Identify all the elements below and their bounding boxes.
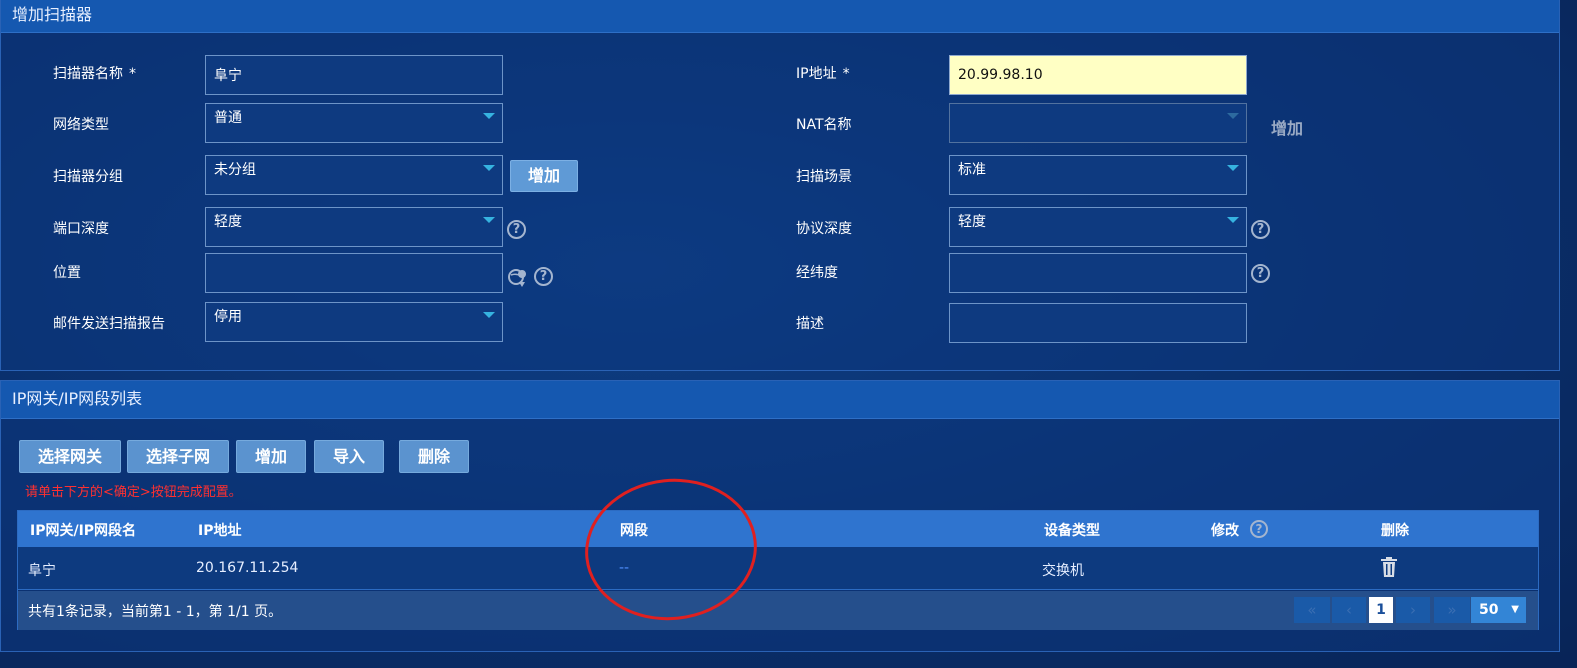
ip-table: IP网关/IP网段名 IP地址 网段 设备类型 修改 ? 删除 阜宁 20.16… <box>17 510 1539 630</box>
chevron-down-icon <box>483 217 495 223</box>
ip-address-input[interactable] <box>949 55 1247 95</box>
cell-ip: 20.167.11.254 <box>196 560 299 576</box>
col-delete: 删除 <box>1381 523 1409 539</box>
select-gateway-button[interactable]: 选择网关 <box>19 440 121 473</box>
edit-help-icon[interactable]: ? <box>1250 520 1268 538</box>
chevron-down-icon <box>1227 165 1239 171</box>
protocol-depth-label: 协议深度 <box>796 221 852 237</box>
network-type-select[interactable]: 普通 <box>205 103 503 143</box>
chevron-down-icon <box>483 312 495 318</box>
import-button[interactable]: 导入 <box>314 440 384 473</box>
scanner-name-label: 扫描器名称 * <box>53 66 136 82</box>
scan-scene-select[interactable]: 标准 <box>949 155 1247 195</box>
records-summary: 共有1条记录，当前第1 - 1，第 1/1 页。 <box>28 604 283 620</box>
ip-address-label: IP地址 * <box>796 66 850 82</box>
mail-report-label: 邮件发送扫描报告 <box>53 316 165 332</box>
latlng-input[interactable] <box>949 253 1247 293</box>
next-page-button[interactable]: › <box>1396 597 1430 623</box>
table-header: IP网关/IP网段名 IP地址 网段 设备类型 修改 ? 删除 <box>18 511 1538 547</box>
first-page-button[interactable]: « <box>1294 597 1330 623</box>
scan-scene-label: 扫描场景 <box>796 169 852 185</box>
trash-icon[interactable] <box>1381 557 1397 577</box>
col-edit: 修改 <box>1211 523 1239 539</box>
chevron-down-icon <box>1227 217 1239 223</box>
table-footer: 共有1条记录，当前第1 - 1，第 1/1 页。 « ‹ 1 › » 50 ▼ <box>18 591 1538 630</box>
nat-name-select[interactable] <box>949 103 1247 143</box>
chevron-down-icon <box>483 165 495 171</box>
add-button[interactable]: 增加 <box>236 440 306 473</box>
table-row[interactable]: 阜宁 20.167.11.254 -- 交换机 <box>18 547 1538 590</box>
chevron-down-icon <box>1227 113 1239 119</box>
cell-segment[interactable]: -- <box>619 560 629 576</box>
warning-message: 请单击下方的<确定>按钮完成配置。 <box>25 485 242 500</box>
latlng-label: 经纬度 <box>796 265 838 281</box>
add-group-button[interactable]: 增加 <box>510 160 578 192</box>
cell-device-type: 交换机 <box>1042 563 1084 579</box>
protocol-depth-select[interactable]: 轻度 <box>949 207 1247 247</box>
description-input[interactable] <box>949 303 1247 343</box>
chevron-down-icon: ▼ <box>1511 604 1519 615</box>
scanner-name-input[interactable] <box>205 55 503 95</box>
nat-name-label: NAT名称 <box>796 117 852 133</box>
col-device-type: 设备类型 <box>1044 523 1100 539</box>
col-ip: IP地址 <box>198 523 242 539</box>
port-depth-select[interactable]: 轻度 <box>205 207 503 247</box>
protocol-depth-help-icon[interactable]: ? <box>1251 220 1270 239</box>
location-help-icon[interactable]: ? <box>534 267 553 286</box>
scanner-group-label: 扫描器分组 <box>53 169 123 185</box>
add-nat-link[interactable]: 增加 <box>1271 115 1303 139</box>
latlng-help-icon[interactable]: ? <box>1251 264 1270 283</box>
col-segment: 网段 <box>620 523 648 539</box>
select-subnet-button[interactable]: 选择子网 <box>127 440 229 473</box>
location-label: 位置 <box>53 265 81 281</box>
current-page[interactable]: 1 <box>1369 597 1393 623</box>
port-depth-label: 端口深度 <box>53 221 109 237</box>
panel-title: IP网关/IP网段列表 <box>1 381 1559 419</box>
globe-location-icon[interactable] <box>508 268 528 288</box>
page-size-select[interactable]: 50 ▼ <box>1471 597 1526 623</box>
network-type-label: 网络类型 <box>53 117 109 133</box>
mail-report-select[interactable]: 停用 <box>205 302 503 342</box>
cell-name: 阜宁 <box>28 563 56 579</box>
prev-page-button[interactable]: ‹ <box>1332 597 1366 623</box>
location-input[interactable] <box>205 253 503 293</box>
delete-button[interactable]: 删除 <box>399 440 469 473</box>
col-name: IP网关/IP网段名 <box>30 523 137 539</box>
last-page-button[interactable]: » <box>1434 597 1470 623</box>
scanner-group-select[interactable]: 未分组 <box>205 155 503 195</box>
port-depth-help-icon[interactable]: ? <box>507 220 526 239</box>
panel-title: 增加扫描器 <box>1 0 1559 33</box>
chevron-down-icon <box>483 113 495 119</box>
description-label: 描述 <box>796 316 824 332</box>
